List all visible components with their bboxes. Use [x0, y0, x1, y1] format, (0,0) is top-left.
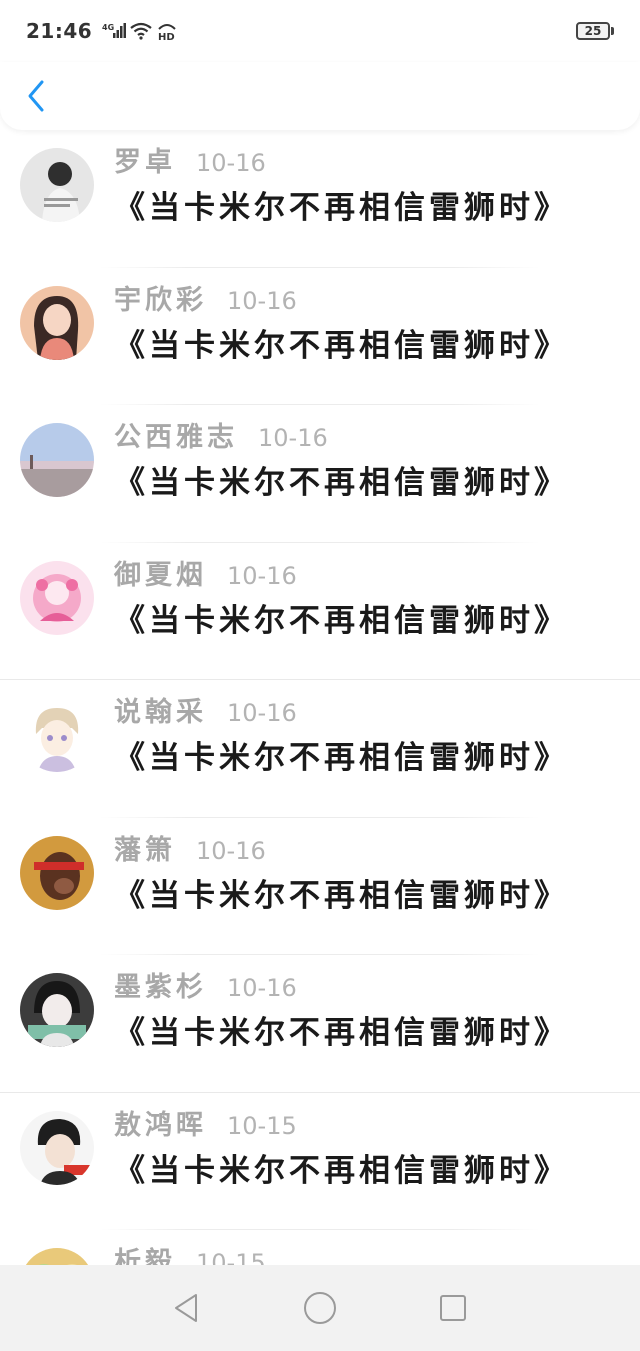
signal-icon: 4G — [102, 23, 127, 38]
item-head: 墨紫杉 10-16 — [114, 965, 297, 1004]
item-head: 说翰采 10-16 — [114, 690, 297, 729]
comment-text: 《当卡米尔不再相信雷狮时》 — [114, 1015, 569, 1051]
battery-level: 25 — [576, 22, 610, 40]
list-item[interactable]: 罗卓 10-16 《当卡米尔不再相信雷狮时》 — [0, 130, 640, 268]
network-type: 4G — [102, 23, 114, 32]
item-head: 析毅 10-15 — [114, 1240, 266, 1265]
list-item[interactable]: 说翰采 10-16 《当卡米尔不再相信雷狮时》 — [0, 680, 640, 818]
comment-date: 10-16 — [258, 424, 328, 452]
item-head: 宇欣彩 10-16 — [114, 278, 297, 317]
comment-date: 10-15 — [196, 1249, 266, 1265]
list-item[interactable]: 藩箫 10-16 《当卡米尔不再相信雷狮时》 — [0, 818, 640, 955]
top-header — [0, 62, 640, 130]
square-recents-icon — [440, 1295, 467, 1321]
hd-call-icon: HD — [158, 24, 176, 41]
comment-date: 10-16 — [227, 699, 297, 727]
list-item[interactable]: 敖鸿晖 10-15 《当卡米尔不再相信雷狮时》 — [0, 1093, 640, 1230]
comment-text: 《当卡米尔不再相信雷狮时》 — [114, 327, 569, 364]
avatar[interactable] — [20, 1248, 94, 1265]
circle-home-icon — [303, 1292, 336, 1324]
comment-text: 《当卡米尔不再相信雷狮时》 — [114, 602, 569, 639]
list-item[interactable]: 公西雅志 10-16 《当卡米尔不再相信雷狮时》 — [0, 405, 640, 543]
status-icons: 4G HD — [102, 21, 178, 41]
comment-text: 《当卡米尔不再相信雷狮时》 — [114, 190, 569, 226]
comment-date: 10-16 — [227, 561, 297, 590]
comment-list[interactable]: 罗卓 10-16 《当卡米尔不再相信雷狮时》 宇欣彩 10-16 《当卡米尔不再… — [0, 130, 640, 1265]
list-item[interactable]: 墨紫杉 10-16 《当卡米尔不再相信雷狮时》 — [0, 955, 640, 1093]
status-left: 21:46 4G HD — [26, 19, 178, 43]
avatar[interactable] — [20, 698, 94, 772]
comment-text: 《当卡米尔不再相信雷狮时》 — [114, 877, 569, 914]
status-bar: 21:46 4G HD 25 — [0, 0, 640, 62]
comment-text: 《当卡米尔不再相信雷狮时》 — [114, 740, 569, 776]
wifi-icon — [130, 22, 152, 40]
commenter-name[interactable]: 御夏烟 — [114, 553, 207, 592]
nav-back-button[interactable] — [157, 1278, 217, 1338]
comment-date: 10-16 — [196, 836, 266, 865]
commenter-name[interactable]: 析毅 — [114, 1240, 176, 1265]
item-head: 藩箫 10-16 — [114, 828, 266, 867]
avatar[interactable] — [20, 973, 94, 1047]
commenter-name[interactable]: 罗卓 — [114, 140, 176, 179]
comment-date: 10-16 — [227, 286, 297, 315]
comment-date: 10-16 — [196, 149, 266, 177]
commenter-name[interactable]: 敖鸿晖 — [114, 1103, 207, 1142]
status-time: 21:46 — [26, 19, 93, 43]
comment-date: 10-15 — [227, 1111, 297, 1140]
hd-label: HD — [158, 32, 175, 41]
battery-indicator: 25 — [576, 22, 614, 40]
chevron-left-icon — [28, 80, 44, 112]
avatar[interactable] — [20, 285, 94, 360]
commenter-name[interactable]: 说翰采 — [114, 690, 207, 729]
item-head: 公西雅志 10-16 — [114, 415, 328, 454]
list-item[interactable]: 御夏烟 10-16 《当卡米尔不再相信雷狮时》 — [0, 543, 640, 680]
commenter-name[interactable]: 藩箫 — [114, 828, 176, 867]
comment-date: 10-16 — [227, 974, 297, 1002]
battery-tip — [611, 27, 614, 35]
avatar[interactable] — [20, 1110, 94, 1185]
item-head: 罗卓 10-16 — [114, 140, 266, 179]
list-item[interactable]: 析毅 10-15 — [0, 1230, 640, 1265]
nav-home-button[interactable] — [290, 1278, 350, 1338]
nav-recents-button[interactable] — [423, 1278, 483, 1338]
comment-text: 《当卡米尔不再相信雷狮时》 — [114, 465, 569, 501]
screen: 21:46 4G HD 25 罗卓 10-16 《当卡米尔不再相信雷狮时》 宇欣… — [0, 0, 640, 1351]
avatar[interactable] — [20, 835, 94, 910]
avatar[interactable] — [20, 560, 94, 635]
comment-text: 《当卡米尔不再相信雷狮时》 — [114, 1152, 569, 1189]
triangle-back-icon — [174, 1294, 197, 1322]
item-head: 御夏烟 10-16 — [114, 553, 297, 592]
avatar[interactable] — [20, 148, 94, 222]
system-nav-bar — [0, 1265, 640, 1351]
avatar[interactable] — [20, 423, 94, 497]
commenter-name[interactable]: 墨紫杉 — [114, 965, 207, 1004]
back-button[interactable] — [16, 74, 56, 118]
commenter-name[interactable]: 公西雅志 — [114, 415, 238, 454]
commenter-name[interactable]: 宇欣彩 — [114, 278, 207, 317]
list-item[interactable]: 宇欣彩 10-16 《当卡米尔不再相信雷狮时》 — [0, 268, 640, 405]
item-head: 敖鸿晖 10-15 — [114, 1103, 297, 1142]
